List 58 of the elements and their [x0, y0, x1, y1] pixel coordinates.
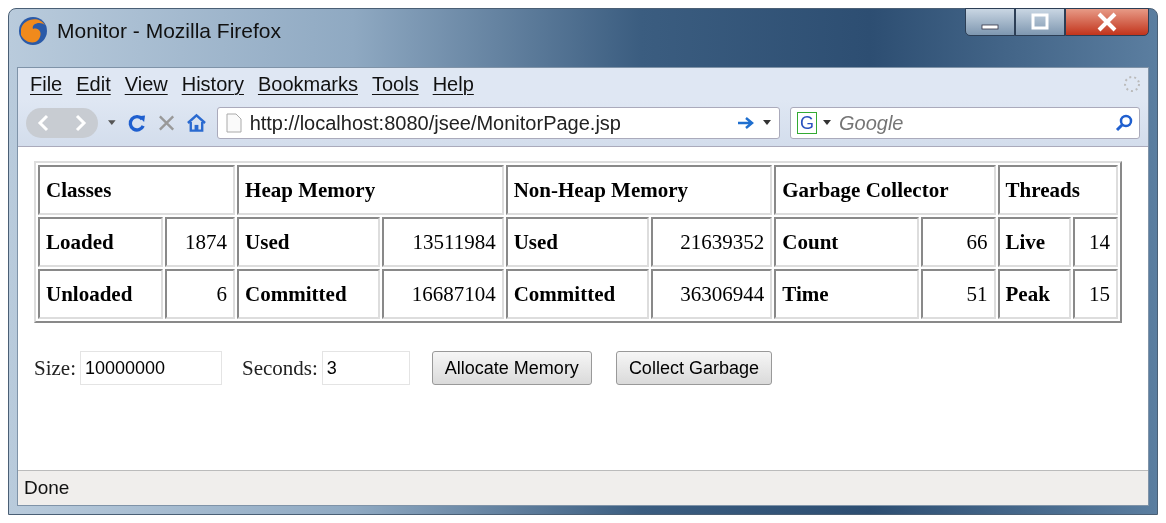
table-cell: 21639352	[650, 217, 773, 267]
search-field[interactable]: G Google	[789, 107, 1140, 139]
search-icon[interactable]	[1115, 114, 1133, 132]
table-cell: 13511984	[382, 217, 504, 267]
row-label: Time	[774, 269, 920, 319]
action-button[interactable]: Allocate Memory	[431, 351, 592, 385]
close-button[interactable]	[1065, 8, 1149, 36]
table-cell: 1874	[164, 217, 236, 267]
row-label: Unloaded	[38, 269, 163, 319]
row-label: Count	[774, 217, 920, 267]
row-label: Loaded	[38, 217, 163, 267]
menu-item[interactable]: Tools	[365, 72, 425, 96]
caret-icon[interactable]	[823, 120, 831, 126]
table-cell: 6	[164, 269, 236, 319]
throbber-icon	[1122, 74, 1142, 94]
table-cell: 15	[1072, 269, 1118, 319]
row-label: Used	[237, 217, 381, 267]
row-label: Peak	[997, 269, 1071, 319]
group-header: Non-Heap Memory	[505, 165, 773, 215]
row-label: Used	[505, 217, 649, 267]
menu-item[interactable]: File	[24, 72, 69, 96]
table-cell: 66	[921, 217, 996, 267]
field-label: Size:	[34, 355, 76, 381]
row-label: Live	[997, 217, 1071, 267]
maximize-icon	[1030, 13, 1050, 31]
maximize-button[interactable]	[1015, 8, 1065, 36]
minimize-icon	[981, 24, 999, 30]
page-icon	[225, 113, 242, 133]
group-header: Garbage Collector	[774, 165, 996, 215]
table-cell: 51	[921, 269, 996, 319]
caret-icon[interactable]	[108, 120, 116, 126]
minimize-button[interactable]	[965, 8, 1015, 36]
input-field[interactable]: 10000000	[80, 351, 222, 385]
search-engine-button[interactable]: G	[796, 112, 817, 134]
caret-icon[interactable]	[762, 120, 771, 126]
menu-item[interactable]: Bookmarks	[251, 72, 364, 96]
globe-icon	[17, 15, 49, 47]
group-header: Heap Memory	[237, 165, 504, 215]
menu-item[interactable]: Help	[426, 72, 480, 96]
group-header: Classes	[38, 165, 236, 215]
menu-item[interactable]: View	[118, 72, 174, 96]
close-icon	[1096, 12, 1118, 32]
address-field[interactable]: http://localhost:8080/jsee/MonitorPage.jsp	[216, 107, 780, 139]
menu-item[interactable]: History	[175, 72, 250, 96]
input-field[interactable]: 3	[321, 351, 410, 385]
home-icon[interactable]	[185, 113, 207, 133]
field-label: Seconds:	[242, 355, 318, 381]
table-cell: 16687104	[382, 269, 504, 319]
row-label: Committed	[505, 269, 649, 319]
window-title: Monitor - Mozilla Firefox	[57, 19, 282, 43]
table-cell: 36306944	[650, 269, 773, 319]
row-label: Committed	[237, 269, 381, 319]
menu-item[interactable]: Edit	[70, 72, 117, 96]
status-text: Done	[24, 477, 70, 499]
table-cell: 14	[1072, 217, 1118, 267]
group-header: Threads	[997, 165, 1118, 215]
action-button[interactable]: Collect Garbage	[615, 351, 772, 385]
go-arrow-icon[interactable]	[736, 116, 755, 130]
